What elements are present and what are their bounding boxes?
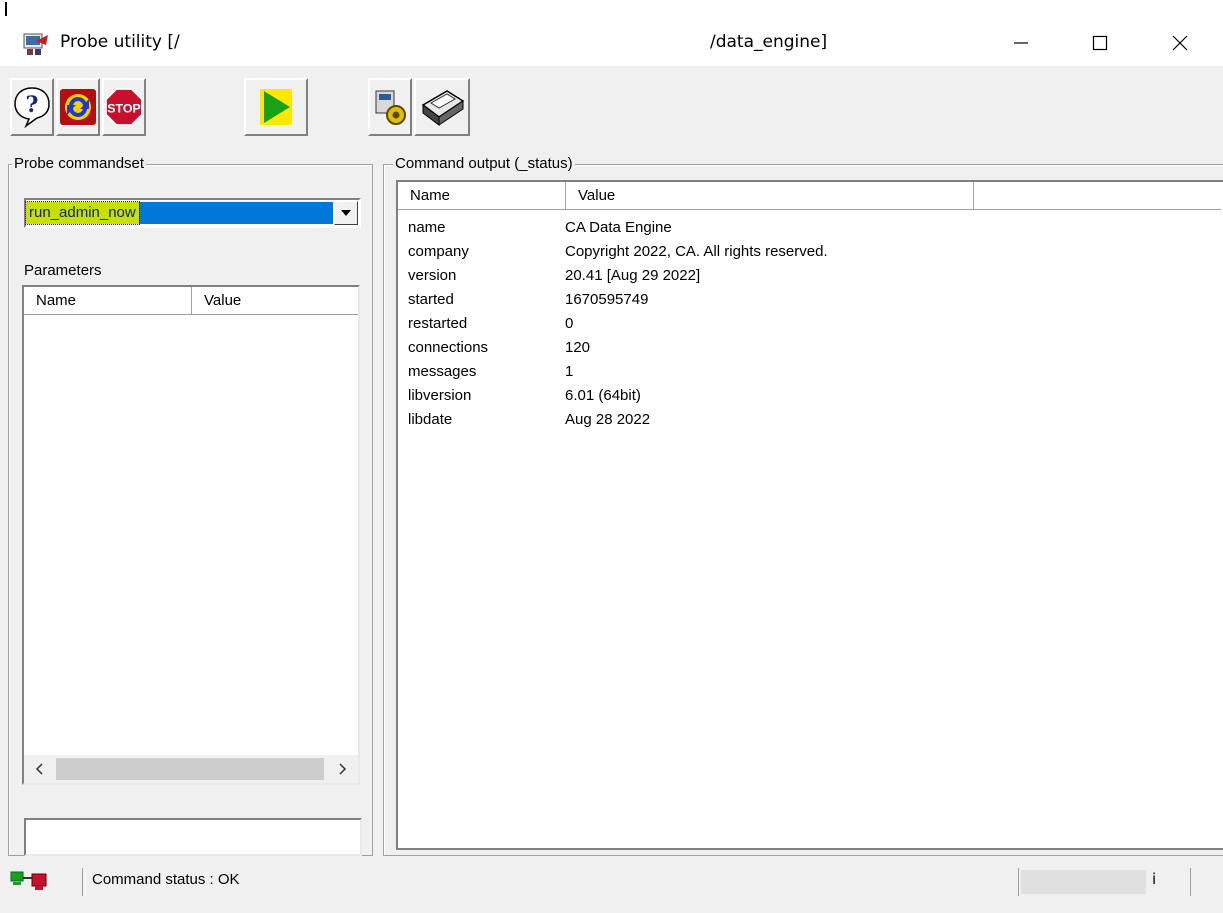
command-output-group-label: Command output (_status) xyxy=(393,155,575,172)
parameters-horizontal-scrollbar[interactable] xyxy=(24,755,358,783)
scroll-left-button[interactable] xyxy=(24,755,54,783)
text-cursor xyxy=(5,2,7,16)
scrollbar-thumb[interactable] xyxy=(56,758,324,780)
output-row-name: restarted xyxy=(408,315,468,332)
printer-icon xyxy=(421,90,465,126)
minimize-button[interactable] xyxy=(996,22,1046,64)
output-column-name[interactable]: Name xyxy=(398,182,566,210)
settings-button[interactable] xyxy=(368,78,412,136)
command-input-field[interactable] xyxy=(24,818,362,856)
output-row-name: version xyxy=(408,267,457,284)
output-row-value: CA Data Engine xyxy=(565,219,672,236)
refresh-button[interactable] xyxy=(56,78,100,136)
parameters-column-value[interactable]: Value xyxy=(192,287,358,315)
output-column-value[interactable]: Value xyxy=(566,182,974,210)
output-row-name: libversion xyxy=(408,387,472,404)
output-row-value: 6.01 (64bit) xyxy=(565,387,641,404)
commandset-group-label: Probe commandset xyxy=(12,155,147,172)
progress-text: i xyxy=(1152,870,1157,888)
output-row-value: Copyright 2022, CA. All rights reserved. xyxy=(565,243,828,260)
output-row-name: libdate xyxy=(408,411,453,428)
output-row-value: 1670595749 xyxy=(565,291,649,308)
minimize-icon xyxy=(1014,42,1028,44)
output-row-name: messages xyxy=(408,363,477,380)
help-question-icon: ? xyxy=(14,87,50,129)
scroll-right-button[interactable] xyxy=(328,755,358,783)
parameters-list[interactable]: Name Value xyxy=(22,285,360,785)
commandset-dropdown[interactable]: run_admin_now xyxy=(24,198,361,228)
window-title-left: Probe utility [/ xyxy=(60,32,180,52)
window-title-right: /data_engine] xyxy=(710,32,828,52)
chevron-left-icon xyxy=(35,763,43,775)
chevron-down-icon xyxy=(341,210,351,216)
play-icon xyxy=(260,89,292,125)
svg-text:?: ? xyxy=(26,92,39,118)
chevron-right-icon xyxy=(339,763,347,775)
output-column-extra xyxy=(974,182,1221,210)
toolbar: ? STOP xyxy=(0,66,1223,146)
dropdown-arrow-button[interactable] xyxy=(334,201,358,225)
refresh-icon xyxy=(60,89,96,125)
parameters-column-name[interactable]: Name xyxy=(24,287,192,315)
print-button[interactable] xyxy=(414,78,470,136)
run-button[interactable] xyxy=(244,78,308,136)
maximize-button[interactable] xyxy=(1075,22,1125,64)
network-connection-icon xyxy=(10,868,72,892)
output-row-value: 120 xyxy=(565,339,591,356)
status-progress-panel: i xyxy=(1018,868,1184,896)
help-button[interactable]: ? xyxy=(10,78,54,136)
status-bar-grip xyxy=(1190,868,1193,896)
command-output-list[interactable]: Name Value name CA Data Engine company Cop… xyxy=(396,180,1223,850)
output-row-value: 1 xyxy=(565,363,574,380)
output-row-value: Aug 28 2022 xyxy=(565,411,651,428)
dropdown-selected-value: run_admin_now xyxy=(25,201,140,225)
output-row-value: 0 xyxy=(565,315,574,332)
maximize-icon xyxy=(1092,35,1108,51)
close-icon xyxy=(1172,35,1188,51)
probe-utility-app-icon xyxy=(22,31,52,57)
stop-sign-icon: STOP xyxy=(104,87,144,127)
close-button[interactable] xyxy=(1155,22,1205,64)
output-row-name: company xyxy=(408,243,469,260)
output-row-name: started xyxy=(408,291,454,308)
gear-settings-icon xyxy=(375,90,406,125)
progress-bar xyxy=(1021,870,1146,894)
command-status-text: Command status : OK xyxy=(92,871,240,888)
svg-text:STOP: STOP xyxy=(107,102,140,116)
output-row-name: name xyxy=(408,219,446,236)
stop-button[interactable]: STOP xyxy=(102,78,146,136)
output-row-value: 20.41 [Aug 29 2022] xyxy=(565,267,701,284)
status-separator xyxy=(82,868,86,896)
parameters-label: Parameters xyxy=(24,262,102,279)
output-row-name: connections xyxy=(408,339,489,356)
